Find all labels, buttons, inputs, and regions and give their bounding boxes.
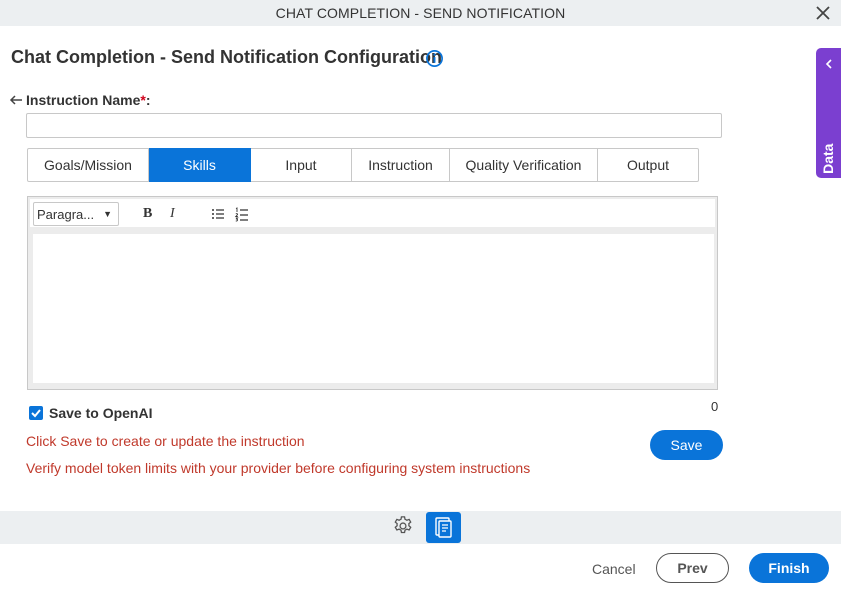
tab-input[interactable]: Input [251,148,352,182]
page-title: Chat Completion - Send Notification Conf… [11,47,442,67]
bottom-toolbar [0,511,841,544]
italic-button[interactable]: I [170,206,175,222]
tab-output[interactable]: Output [598,148,699,182]
instruction-name-input[interactable] [26,113,722,138]
tab-quality-verification[interactable]: Quality Verification [450,148,598,182]
close-icon[interactable] [813,3,833,23]
save-hint-message: Click Save to create or update the instr… [26,433,305,449]
window-title: CHAT COMPLETION - SEND NOTIFICATION [275,5,566,21]
instruction-tabs: Goals/Mission Skills Input Instruction Q… [27,148,699,182]
rich-text-editor: Paragra... ▼ B I [27,196,718,390]
editor-content-area[interactable] [33,234,714,383]
checkmark-icon [31,409,41,418]
token-limit-warning: Verify model token limits with your prov… [26,460,531,476]
app-data-label: App Data [820,143,836,205]
back-arrow-icon[interactable] [8,92,24,108]
instruction-name-label: Instruction Name*: [26,92,151,108]
bold-button[interactable]: B [143,206,152,222]
prev-button[interactable]: Prev [656,553,729,583]
tab-skills[interactable]: Skills [149,148,251,182]
finish-button[interactable]: Finish [749,553,829,583]
numbered-list-icon[interactable] [234,206,250,222]
save-to-openai-checkbox[interactable] [29,406,43,420]
save-to-openai-label: Save to OpenAI [49,405,153,421]
app-data-document-button[interactable] [426,512,461,543]
editor-toolbar: Paragra... ▼ B I [30,199,715,227]
tab-goals-mission[interactable]: Goals/Mission [27,148,149,182]
chevron-left-icon [825,59,832,69]
app-data-panel-toggle[interactable]: App Data [816,48,841,205]
dropdown-caret-icon: ▼ [103,209,112,219]
info-icon[interactable] [425,49,444,68]
save-button[interactable]: Save [650,430,723,460]
tab-instruction[interactable]: Instruction [352,148,450,182]
character-count: 0 [711,399,719,414]
document-icon [435,517,452,538]
paragraph-format-select[interactable]: Paragra... ▼ [33,202,119,226]
gear-icon[interactable] [392,515,414,537]
bullet-list-icon[interactable] [210,206,226,222]
cancel-button[interactable]: Cancel [592,561,636,577]
title-bar: CHAT COMPLETION - SEND NOTIFICATION [0,0,841,26]
